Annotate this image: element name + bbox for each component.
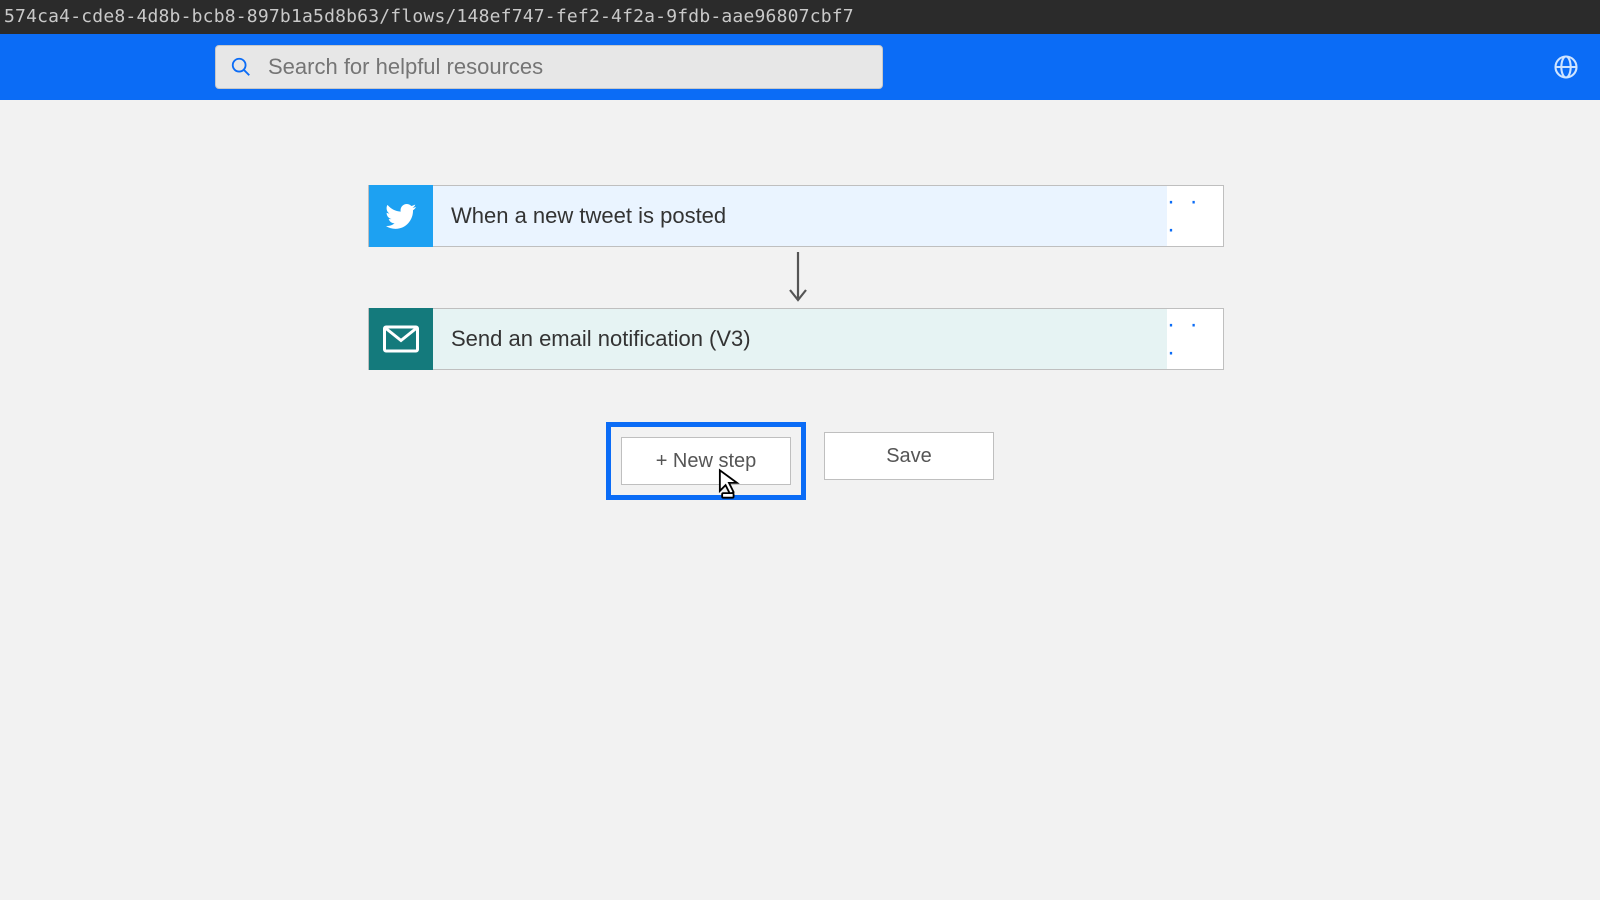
new-step-button[interactable]: + New step [621, 437, 791, 485]
mail-icon [369, 308, 433, 370]
environment-icon[interactable] [1552, 53, 1580, 81]
search-box[interactable] [215, 45, 883, 89]
ellipsis-icon: · · · [1167, 311, 1223, 367]
flow-arrow-icon[interactable] [786, 250, 810, 306]
trigger-more-button[interactable]: · · · [1167, 186, 1223, 246]
button-row: + New step Save [0, 422, 1600, 500]
ellipsis-icon: · · · [1167, 188, 1223, 244]
trigger-card[interactable]: When a new tweet is posted · · · [368, 185, 1224, 247]
browser-url[interactable]: 574ca4-cde8-4d8b-bcb8-897b1a5d8b63/flows… [0, 0, 1600, 34]
twitter-icon [369, 185, 433, 247]
action-more-button[interactable]: · · · [1167, 309, 1223, 369]
action-card[interactable]: Send an email notification (V3) · · · [368, 308, 1224, 370]
trigger-title: When a new tweet is posted [433, 186, 1167, 246]
save-button[interactable]: Save [824, 432, 994, 480]
app-header [0, 34, 1600, 100]
flow-canvas[interactable]: When a new tweet is posted · · · Send an… [0, 100, 1600, 900]
new-step-highlight: + New step [606, 422, 806, 500]
search-icon [230, 56, 252, 78]
search-input[interactable] [268, 54, 868, 80]
action-title: Send an email notification (V3) [433, 309, 1167, 369]
